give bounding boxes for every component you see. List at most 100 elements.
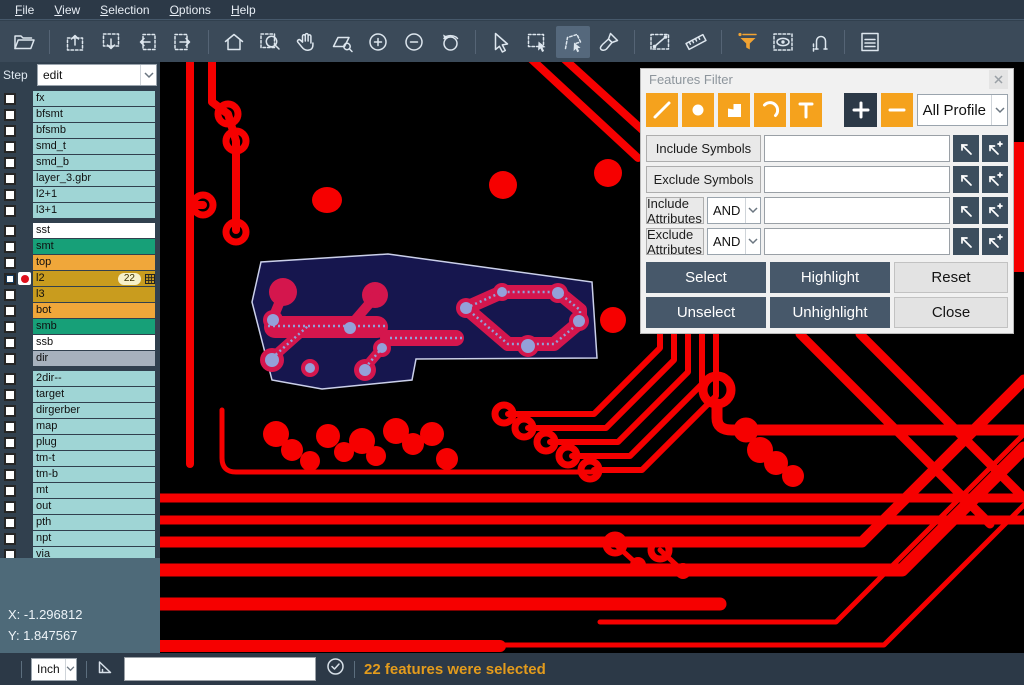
- select-button[interactable]: Select: [646, 262, 766, 293]
- features-filter-icon[interactable]: [730, 26, 764, 58]
- zoom-previous-icon[interactable]: [433, 26, 467, 58]
- menu-options[interactable]: Options: [161, 2, 220, 18]
- refresh-icon[interactable]: [326, 657, 345, 681]
- layer-checkbox[interactable]: [4, 453, 16, 465]
- layer-row[interactable]: out: [2, 499, 158, 514]
- pick-add-from-canvas-icon[interactable]: [982, 135, 1008, 162]
- open-folder-icon[interactable]: [7, 26, 41, 58]
- layer-row[interactable]: layer_3.gbr: [2, 171, 158, 186]
- layer-row[interactable]: sst: [2, 223, 158, 238]
- exclude-symbols-button[interactable]: Exclude Symbols: [646, 166, 761, 193]
- layer-checkbox[interactable]: [4, 533, 16, 545]
- layer-checkbox[interactable]: [4, 157, 16, 169]
- exclude-attributes-button[interactable]: Exclude Attributes: [646, 228, 704, 255]
- pick-add-from-canvas-icon[interactable]: [982, 228, 1008, 255]
- layer-row[interactable]: bfsmb: [2, 123, 158, 138]
- corner-triangle-icon[interactable]: [96, 658, 114, 681]
- layer-row[interactable]: smb: [2, 319, 158, 334]
- unit-select[interactable]: Inch: [31, 658, 77, 681]
- snap-icon[interactable]: [802, 26, 836, 58]
- profile-select[interactable]: All Profile: [917, 94, 1008, 126]
- layer-checkbox[interactable]: [4, 173, 16, 185]
- layer-checkbox[interactable]: [4, 469, 16, 481]
- layer-row[interactable]: npt: [2, 531, 158, 546]
- layer-row[interactable]: ssb: [2, 335, 158, 350]
- pick-from-canvas-icon[interactable]: [953, 228, 979, 255]
- layer-checkbox[interactable]: [4, 273, 16, 285]
- shift-view-down-icon[interactable]: [94, 26, 128, 58]
- layer-checkbox[interactable]: [4, 337, 16, 349]
- layer-checkbox[interactable]: [4, 289, 16, 301]
- layer-checkbox[interactable]: [4, 189, 16, 201]
- layer-checkbox[interactable]: [4, 141, 16, 153]
- pick-from-canvas-icon[interactable]: [953, 135, 979, 162]
- close-icon[interactable]: [989, 70, 1008, 89]
- measure-ruler-icon[interactable]: [679, 26, 713, 58]
- layer-checkbox[interactable]: [4, 485, 16, 497]
- menu-help[interactable]: Help: [222, 2, 265, 18]
- layer-row[interactable]: tm-t: [2, 451, 158, 466]
- layer-row[interactable]: l3: [2, 287, 158, 302]
- layer-checkbox[interactable]: [4, 305, 16, 317]
- dialog-title-bar[interactable]: Features Filter: [646, 69, 1008, 90]
- menu-selection[interactable]: Selection: [91, 2, 158, 18]
- reset-button[interactable]: Reset: [894, 262, 1008, 293]
- include-attributes-input[interactable]: [764, 197, 950, 224]
- grid-table-icon[interactable]: [145, 274, 155, 284]
- shift-view-up-icon[interactable]: [58, 26, 92, 58]
- menu-view[interactable]: View: [45, 2, 89, 18]
- close-button[interactable]: Close: [894, 297, 1008, 328]
- step-select[interactable]: edit: [37, 64, 157, 86]
- pick-from-canvas-icon[interactable]: [953, 166, 979, 193]
- layer-row[interactable]: tm-b: [2, 467, 158, 482]
- pan-hand-icon[interactable]: [289, 26, 323, 58]
- pick-add-from-canvas-icon[interactable]: [982, 197, 1008, 224]
- layer-checkbox[interactable]: [4, 225, 16, 237]
- layer-row[interactable]: fx: [2, 91, 158, 106]
- command-input[interactable]: [124, 657, 316, 681]
- include-attributes-logic-select[interactable]: AND: [707, 197, 761, 224]
- layer-row[interactable]: 2dir--: [2, 371, 158, 386]
- arc-feature-icon[interactable]: [754, 93, 786, 127]
- layer-checkbox[interactable]: [4, 373, 16, 385]
- pick-from-canvas-icon[interactable]: [953, 197, 979, 224]
- shift-view-right-icon[interactable]: [166, 26, 200, 58]
- zoom-window-icon[interactable]: [253, 26, 287, 58]
- layer-checkbox[interactable]: [4, 437, 16, 449]
- layer-checkbox[interactable]: [4, 205, 16, 217]
- measure-points-icon[interactable]: [643, 26, 677, 58]
- exclude-attributes-logic-select[interactable]: AND: [707, 228, 761, 255]
- text-feature-icon[interactable]: [790, 93, 822, 127]
- layer-checkbox[interactable]: [4, 353, 16, 365]
- layer-row[interactable]: bfsmt: [2, 107, 158, 122]
- layer-row[interactable]: smd_t: [2, 139, 158, 154]
- include-attributes-button[interactable]: Include Attributes: [646, 197, 704, 224]
- layer-checkbox[interactable]: [4, 501, 16, 513]
- layer-row[interactable]: bot: [2, 303, 158, 318]
- exclude-symbols-input[interactable]: [764, 166, 950, 193]
- highlight-button[interactable]: Highlight: [770, 262, 890, 293]
- layer-row-active[interactable]: l2 22: [2, 271, 158, 286]
- layers-panel-icon[interactable]: [853, 26, 887, 58]
- layer-checkbox[interactable]: [4, 321, 16, 333]
- layer-checkbox[interactable]: [4, 109, 16, 121]
- layer-row[interactable]: dir: [2, 351, 158, 366]
- clear-brush-icon[interactable]: [592, 26, 626, 58]
- unhighlight-button[interactable]: Unhighlight: [770, 297, 890, 328]
- layer-row[interactable]: smd_b: [2, 155, 158, 170]
- negative-polarity-icon[interactable]: [881, 93, 913, 127]
- layer-checkbox[interactable]: [4, 421, 16, 433]
- layer-row[interactable]: l3+1: [2, 203, 158, 218]
- layer-checkbox[interactable]: [4, 241, 16, 253]
- zoom-out-icon[interactable]: [397, 26, 431, 58]
- pick-add-from-canvas-icon[interactable]: [982, 166, 1008, 193]
- zoom-area-icon[interactable]: [325, 26, 359, 58]
- shift-view-left-icon[interactable]: [130, 26, 164, 58]
- select-cursor-icon[interactable]: [484, 26, 518, 58]
- layer-row[interactable]: target: [2, 387, 158, 402]
- layer-row[interactable]: top: [2, 255, 158, 270]
- view-options-icon[interactable]: [766, 26, 800, 58]
- menu-file[interactable]: File: [6, 2, 43, 18]
- layer-row[interactable]: dirgerber: [2, 403, 158, 418]
- layer-checkbox[interactable]: [4, 517, 16, 529]
